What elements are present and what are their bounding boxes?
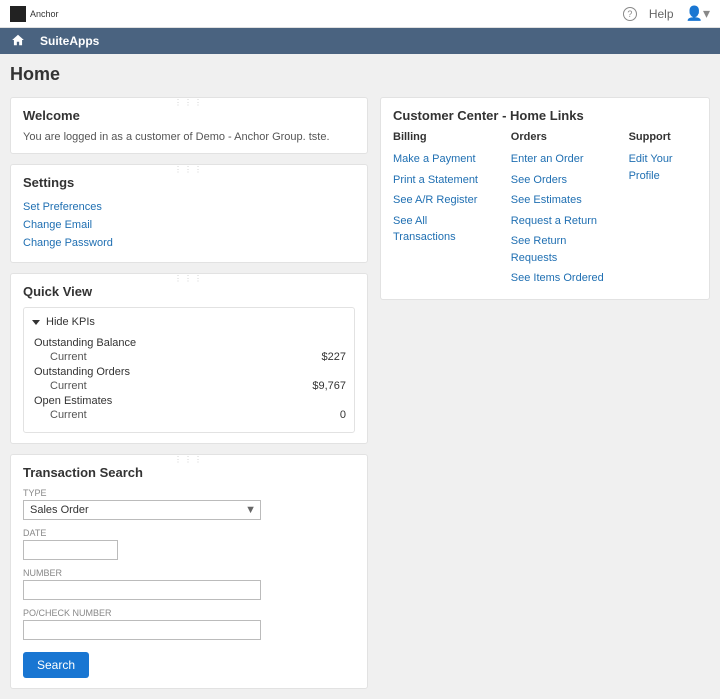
anchor-logo-icon	[10, 6, 26, 22]
field-type: TYPE Sales Order ▼	[23, 488, 355, 520]
links-grid: Billing Make a Payment Print a Statement…	[393, 131, 697, 289]
kpi-period: Current	[50, 409, 87, 421]
customer-center-title: Customer Center - Home Links	[393, 108, 697, 123]
top-right: ? Help 👤▾	[623, 5, 710, 22]
logo-text: Anchor	[30, 9, 59, 19]
hide-kpis-label: Hide KPIs	[46, 316, 95, 328]
transaction-search-title: Transaction Search	[23, 465, 355, 480]
drag-handle-icon[interactable]: ⋮⋮⋮	[174, 274, 204, 283]
drag-handle-icon[interactable]: ⋮⋮⋮	[174, 455, 204, 464]
kpi-period: Current	[50, 351, 87, 363]
link-header-billing: Billing	[393, 131, 491, 143]
link-list-support: Edit Your Profile	[629, 149, 697, 186]
link-see-orders[interactable]: See Orders	[511, 170, 609, 191]
link-col-orders: Orders Enter an Order See Orders See Est…	[511, 131, 609, 289]
chevron-down-icon: ▼	[245, 504, 256, 516]
page-title: Home	[10, 64, 710, 85]
right-column: Customer Center - Home Links Billing Mak…	[380, 97, 710, 300]
link-col-billing: Billing Make a Payment Print a Statement…	[393, 131, 491, 289]
link-list-billing: Make a Payment Print a Statement See A/R…	[393, 149, 491, 248]
link-return-requests[interactable]: See Return Requests	[511, 231, 609, 268]
kpi-box: Hide KPIs Outstanding Balance Current $2…	[23, 307, 355, 433]
left-column: ⋮⋮⋮ Welcome You are logged in as a custo…	[10, 97, 368, 689]
po-check-input[interactable]	[23, 620, 261, 640]
home-icon[interactable]	[10, 33, 26, 50]
kpi-name: Open Estimates	[34, 395, 346, 407]
nav-suiteapps[interactable]: SuiteApps	[40, 34, 99, 48]
link-see-estimates[interactable]: See Estimates	[511, 190, 609, 211]
welcome-message: You are logged in as a customer of Demo …	[23, 131, 355, 143]
drag-handle-icon[interactable]: ⋮⋮⋮	[174, 98, 204, 107]
kpi-row: Open Estimates Current 0	[32, 395, 346, 421]
kpi-name: Outstanding Orders	[34, 366, 346, 378]
help-label[interactable]: Help	[649, 7, 674, 21]
kpi-value: $9,767	[312, 380, 346, 392]
search-button[interactable]: Search	[23, 652, 89, 678]
help-icon[interactable]: ?	[623, 7, 637, 21]
chevron-down-icon	[32, 320, 40, 325]
settings-set-preferences[interactable]: Set Preferences	[23, 198, 355, 216]
link-make-payment[interactable]: Make a Payment	[393, 149, 491, 170]
main-content: Home ⋮⋮⋮ Welcome You are logged in as a …	[0, 54, 720, 699]
field-date: DATE	[23, 528, 355, 560]
dashboard-columns: ⋮⋮⋮ Welcome You are logged in as a custo…	[10, 97, 710, 689]
link-edit-profile[interactable]: Edit Your Profile	[629, 149, 697, 186]
link-all-transactions[interactable]: See All Transactions	[393, 211, 491, 248]
link-header-orders: Orders	[511, 131, 609, 143]
settings-change-password[interactable]: Change Password	[23, 234, 355, 252]
number-label: NUMBER	[23, 568, 355, 578]
quickview-title: Quick View	[23, 284, 355, 299]
link-col-support: Support Edit Your Profile	[629, 131, 697, 289]
top-bar: Anchor ? Help 👤▾	[0, 0, 720, 28]
link-request-return[interactable]: Request a Return	[511, 211, 609, 232]
welcome-title: Welcome	[23, 108, 355, 123]
nav-bar: SuiteApps	[0, 28, 720, 54]
kpi-name: Outstanding Balance	[34, 337, 346, 349]
quickview-portlet: ⋮⋮⋮ Quick View Hide KPIs Outstanding Bal…	[10, 273, 368, 444]
welcome-portlet: ⋮⋮⋮ Welcome You are logged in as a custo…	[10, 97, 368, 154]
customer-center-portlet: Customer Center - Home Links Billing Mak…	[380, 97, 710, 300]
link-enter-order[interactable]: Enter an Order	[511, 149, 609, 170]
kpi-value: $227	[322, 351, 346, 363]
settings-list: Set Preferences Change Email Change Pass…	[23, 198, 355, 252]
kpi-period: Current	[50, 380, 87, 392]
settings-title: Settings	[23, 175, 355, 190]
field-po-check: PO/CHECK NUMBER	[23, 608, 355, 640]
kpi-row: Outstanding Orders Current $9,767	[32, 366, 346, 392]
type-select[interactable]: Sales Order ▼	[23, 500, 261, 520]
link-items-ordered[interactable]: See Items Ordered	[511, 268, 609, 289]
transaction-search-portlet: ⋮⋮⋮ Transaction Search TYPE Sales Order …	[10, 454, 368, 689]
date-label: DATE	[23, 528, 355, 538]
link-ar-register[interactable]: See A/R Register	[393, 190, 491, 211]
date-input[interactable]	[23, 540, 118, 560]
type-value: Sales Order	[30, 504, 89, 516]
kpi-row: Outstanding Balance Current $227	[32, 337, 346, 363]
settings-portlet: ⋮⋮⋮ Settings Set Preferences Change Emai…	[10, 164, 368, 263]
type-label: TYPE	[23, 488, 355, 498]
settings-change-email[interactable]: Change Email	[23, 216, 355, 234]
link-print-statement[interactable]: Print a Statement	[393, 170, 491, 191]
field-number: NUMBER	[23, 568, 355, 600]
hide-kpis-toggle[interactable]: Hide KPIs	[32, 314, 346, 334]
drag-handle-icon[interactable]: ⋮⋮⋮	[174, 165, 204, 174]
number-input[interactable]	[23, 580, 261, 600]
po-check-label: PO/CHECK NUMBER	[23, 608, 355, 618]
kpi-value: 0	[340, 409, 346, 421]
user-menu-icon[interactable]: 👤▾	[686, 5, 710, 22]
link-header-support: Support	[629, 131, 697, 143]
logo[interactable]: Anchor	[10, 6, 59, 22]
link-list-orders: Enter an Order See Orders See Estimates …	[511, 149, 609, 289]
